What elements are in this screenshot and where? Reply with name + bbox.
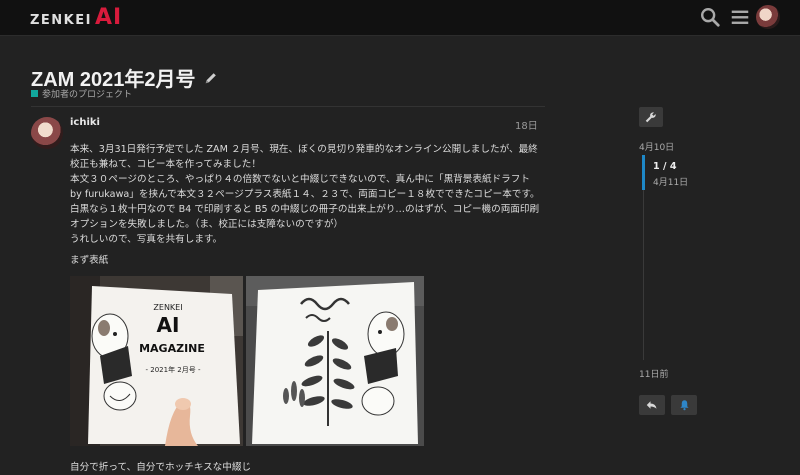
- logo-text: ZENKEI: [30, 13, 92, 28]
- wrench-icon: [645, 112, 656, 123]
- notification-button[interactable]: [671, 395, 697, 415]
- post-caption: 自分で折って、自分でホッチキスな中綴じ: [70, 462, 252, 473]
- cover-ai: AI: [157, 313, 180, 337]
- back-cover-illustration: [246, 276, 424, 446]
- user-avatar[interactable]: [756, 5, 780, 29]
- cover-illustration: ZENKEI AI MAGAZINE - 2021年 2月号 -: [70, 276, 243, 446]
- category-label: 参加者のプロジェクト: [42, 90, 133, 100]
- post-label-cover: まず表紙: [70, 255, 109, 266]
- post-username[interactable]: ichiki: [70, 117, 100, 128]
- timeline-end-label[interactable]: 11日前: [639, 367, 668, 380]
- timeline-scroll-handle[interactable]: [642, 155, 645, 190]
- pencil-icon[interactable]: [204, 71, 218, 85]
- site-header: ZENKEI AI: [0, 0, 800, 36]
- timeline-position: 1 / 4: [653, 161, 677, 172]
- hamburger-menu-icon[interactable]: [729, 6, 751, 28]
- bell-icon: [679, 400, 689, 411]
- photo-back-cover[interactable]: [246, 276, 424, 446]
- photo-magazine-cover[interactable]: ZENKEI AI MAGAZINE - 2021年 2月号 -: [70, 276, 243, 446]
- reply-button[interactable]: [639, 395, 665, 415]
- timeline-current-date: 4月11日: [653, 178, 689, 188]
- cover-issue: - 2021年 2月号 -: [146, 365, 201, 374]
- cover-brand: ZENKEI: [153, 303, 182, 312]
- search-icon[interactable]: [699, 6, 721, 28]
- title-divider: [31, 106, 545, 107]
- logo-ai: AI: [94, 5, 123, 30]
- post-body: 本来、3月31日発行予定でした ZAM ２月号、現在、ぼくの見切り発車的なオンラ…: [70, 142, 540, 247]
- site-logo[interactable]: ZENKEI AI: [30, 5, 122, 30]
- post-author-avatar[interactable]: [31, 117, 63, 149]
- post-body-text: 本来、3月31日発行予定でした ZAM ２月号、現在、ぼくの見切り発車的なオンラ…: [70, 144, 540, 245]
- admin-wrench-button[interactable]: [639, 107, 663, 127]
- reply-icon: [646, 401, 657, 409]
- cover-magazine: MAGAZINE: [139, 342, 205, 355]
- category-badge: [31, 90, 38, 97]
- timeline-start-date[interactable]: 4月10日: [639, 140, 674, 153]
- category-link[interactable]: 参加者のプロジェクト: [31, 87, 132, 100]
- post-date[interactable]: 18日: [515, 117, 538, 132]
